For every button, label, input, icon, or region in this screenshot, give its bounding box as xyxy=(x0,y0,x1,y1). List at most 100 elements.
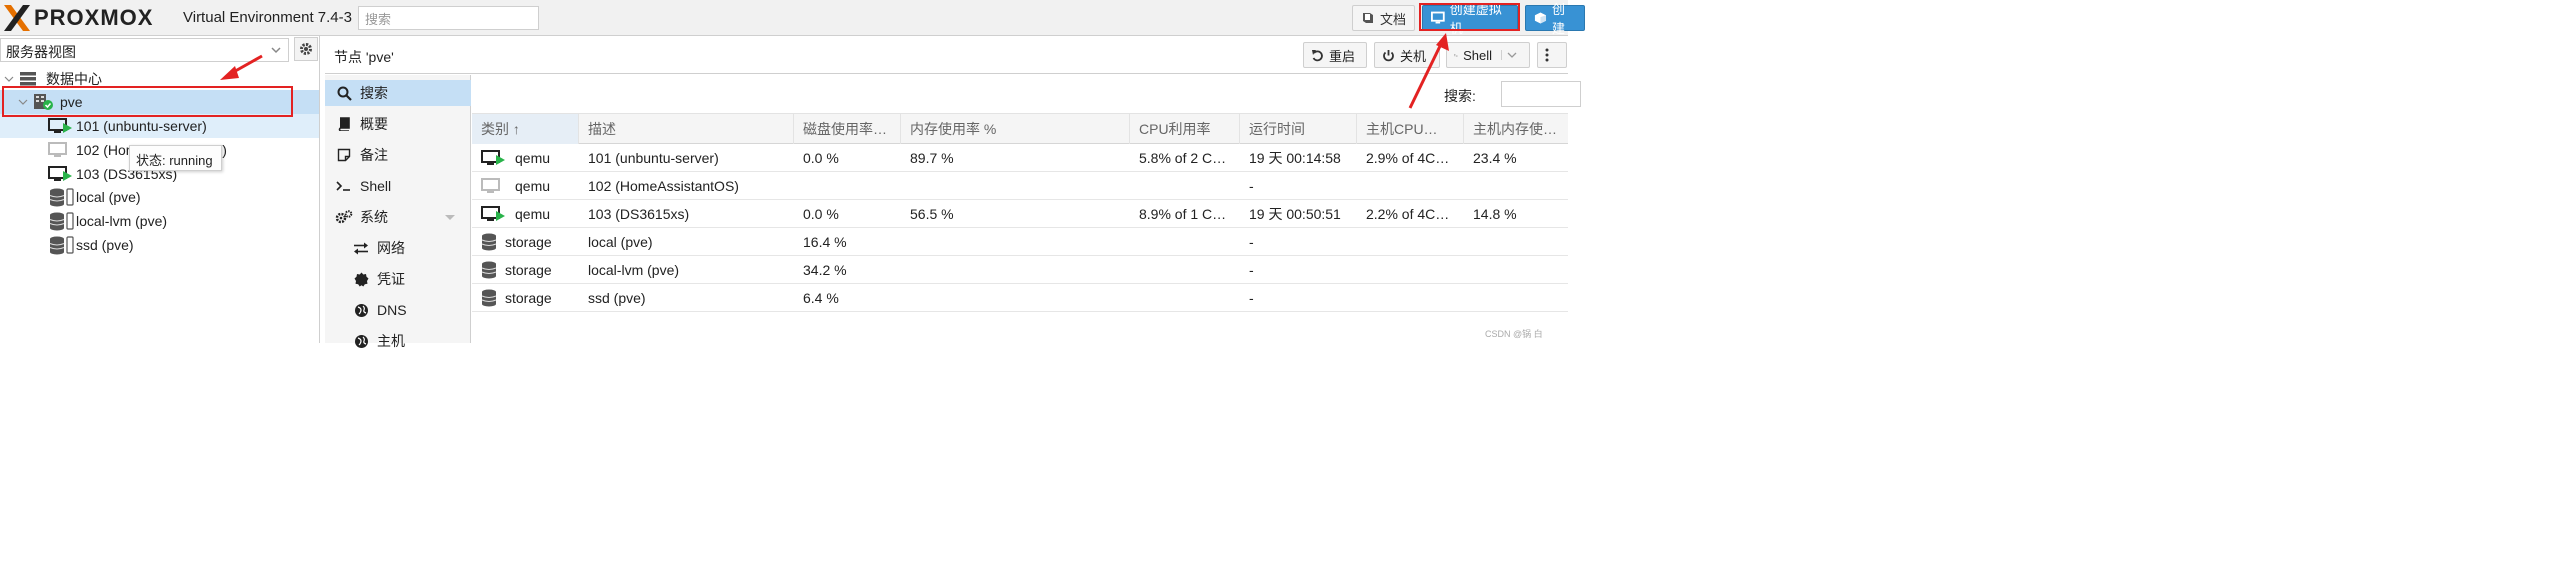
shell-button[interactable]: Shell xyxy=(1446,42,1530,68)
top-header: PROXMOX Virtual Environment 7.4-3 搜索 文档 … xyxy=(0,0,1585,36)
shutdown-button[interactable]: 关机 xyxy=(1374,42,1440,68)
vm-running-icon xyxy=(48,115,76,137)
column-header-disk-usage[interactable]: 磁盘使用率… xyxy=(794,114,901,144)
shutdown-label: 关机 xyxy=(1400,48,1427,64)
status-tooltip: 状态: running xyxy=(129,145,222,171)
nav-item-notes[interactable]: 备注 xyxy=(325,142,471,168)
view-settings-button[interactable] xyxy=(294,37,318,61)
gear-icon xyxy=(300,43,312,55)
nav-item-search[interactable]: 搜索 xyxy=(325,80,471,106)
column-header-uptime[interactable]: 运行时间 xyxy=(1240,114,1357,144)
collapse-toggle-icon[interactable] xyxy=(444,214,456,222)
tree-item-label: local (pve) xyxy=(76,189,141,205)
nav-item-label: 概要 xyxy=(360,116,388,132)
terminal-icon xyxy=(333,180,355,192)
resource-search-input[interactable] xyxy=(1501,81,1581,107)
reboot-button[interactable]: 重启 xyxy=(1303,42,1367,68)
proxmox-logo[interactable]: PROXMOX xyxy=(0,0,153,36)
docs-button[interactable]: 文档 xyxy=(1352,5,1416,31)
cell-cpu: 5.8% of 2 C… xyxy=(1139,150,1227,166)
cell-host-cpu xyxy=(1357,228,1464,256)
nav-item-certificates[interactable]: 凭证 xyxy=(325,266,471,292)
docs-label: 文档 xyxy=(1380,11,1407,27)
exchange-icon xyxy=(350,242,372,255)
tree-item-storage-local-lvm[interactable]: local-lvm (pve) xyxy=(0,209,319,233)
column-header-host-memory[interactable]: 主机内存使… xyxy=(1464,114,1568,144)
nav-item-shell[interactable]: Shell xyxy=(325,173,471,199)
column-header-host-cpu[interactable]: 主机CPU… xyxy=(1357,114,1464,144)
global-search-input[interactable]: 搜索 xyxy=(358,6,539,30)
nav-item-label: 网络 xyxy=(377,240,405,256)
cell-description: 103 (DS3615xs) xyxy=(588,206,690,222)
create-ct-button[interactable]: 创建 xyxy=(1525,2,1585,36)
nav-item-label: Shell xyxy=(360,178,392,194)
tree-item-label: 101 (unbuntu-server) xyxy=(76,118,207,134)
nav-item-summary[interactable]: 概要 xyxy=(325,111,471,137)
table-row[interactable]: qemu 102 (HomeAssistantOS) - xyxy=(472,172,1568,200)
watermark: CSDN @锅 白 xyxy=(1485,329,1543,339)
cell-disk: 6.4 % xyxy=(803,290,839,306)
nav-item-dns[interactable]: DNS xyxy=(325,297,471,323)
table-row[interactable]: qemu 103 (DS3615xs) 0.0 % 56.5 % 8.9% of… xyxy=(472,200,1568,228)
chevron-down-icon xyxy=(1507,52,1517,58)
cell-uptime: 19 天 00:50:51 xyxy=(1249,206,1341,222)
cell-disk: 0.0 % xyxy=(803,206,839,222)
cell-disk: 16.4 % xyxy=(803,234,847,250)
cell-type: qemu xyxy=(472,172,579,200)
cell-host-cpu xyxy=(1357,172,1464,200)
tree-item-storage-ssd[interactable]: ssd (pve) xyxy=(0,233,319,257)
cell-cpu xyxy=(1130,256,1240,284)
tree-item-vm-101[interactable]: 101 (unbuntu-server) xyxy=(0,114,319,138)
vm-running-icon xyxy=(481,205,507,223)
cell-host-cpu xyxy=(1357,256,1464,284)
brand-name: PROXMOX xyxy=(34,5,154,30)
proxmox-x-icon xyxy=(4,5,30,31)
resource-tree-panel: 服务器视图 数据中心 pve 101 (unbuntu-server) 102 … xyxy=(0,36,320,343)
cell-cpu: 8.9% of 1 C… xyxy=(1139,206,1227,222)
column-header-type[interactable]: 类别 ↑ xyxy=(472,114,579,144)
cell-memory xyxy=(901,228,1130,256)
cell-disk xyxy=(794,172,901,200)
storage-icon xyxy=(48,210,76,232)
annotation-box-pve xyxy=(2,86,293,117)
undo-icon xyxy=(1312,49,1323,61)
cell-description: local-lvm (pve) xyxy=(588,262,680,278)
column-header-description[interactable]: 描述 xyxy=(579,114,794,144)
table-row[interactable]: storage ssd (pve) 6.4 % - xyxy=(472,284,1568,312)
cell-uptime: - xyxy=(1249,262,1254,278)
cell-memory: 89.7 % xyxy=(910,150,954,166)
cell-type-text: qemu xyxy=(515,150,551,166)
certificate-icon xyxy=(350,272,372,287)
shell-dropdown-trigger[interactable] xyxy=(1501,50,1522,60)
table-row[interactable]: storage local-lvm (pve) 34.2 % - xyxy=(472,256,1568,284)
create-ct-label: 创建 xyxy=(1551,2,1565,36)
table-row[interactable]: qemu 101 (unbuntu-server) 0.0 % 89.7 % 5… xyxy=(472,144,1568,172)
table-row[interactable]: storage local (pve) 16.4 % - xyxy=(472,228,1568,256)
cell-memory: 56.5 % xyxy=(910,206,954,222)
nav-item-label: 凭证 xyxy=(377,271,405,287)
cube-icon xyxy=(1534,12,1547,24)
cell-type-text: qemu xyxy=(515,178,551,194)
nav-item-system[interactable]: 系统 xyxy=(325,204,471,230)
storage-icon xyxy=(48,234,76,256)
column-header-memory-usage[interactable]: 内存使用率 % xyxy=(901,114,1130,144)
more-icon xyxy=(1545,48,1549,62)
cell-type: qemu xyxy=(472,200,579,228)
cell-host-cpu: 2.2% of 4C… xyxy=(1366,206,1450,222)
cell-uptime: - xyxy=(1249,290,1254,306)
more-button[interactable] xyxy=(1537,42,1567,68)
cell-memory xyxy=(901,172,1130,200)
nav-item-hosts[interactable]: 主机 xyxy=(325,328,471,354)
storage-icon xyxy=(481,261,497,279)
cell-host-memory: 14.8 % xyxy=(1473,206,1517,222)
cell-uptime: - xyxy=(1249,234,1254,250)
vm-stopped-icon xyxy=(48,139,76,161)
nav-item-network[interactable]: 网络 xyxy=(325,235,471,261)
tree-item-storage-local[interactable]: local (pve) xyxy=(0,185,319,209)
globe-icon xyxy=(350,334,372,349)
column-header-cpu-usage[interactable]: CPU利用率 xyxy=(1130,114,1240,144)
cell-cpu xyxy=(1130,228,1240,256)
view-selector[interactable]: 服务器视图 xyxy=(0,38,289,62)
nav-item-label: 主机 xyxy=(377,333,405,349)
search-label: 搜索: xyxy=(1444,88,1476,104)
